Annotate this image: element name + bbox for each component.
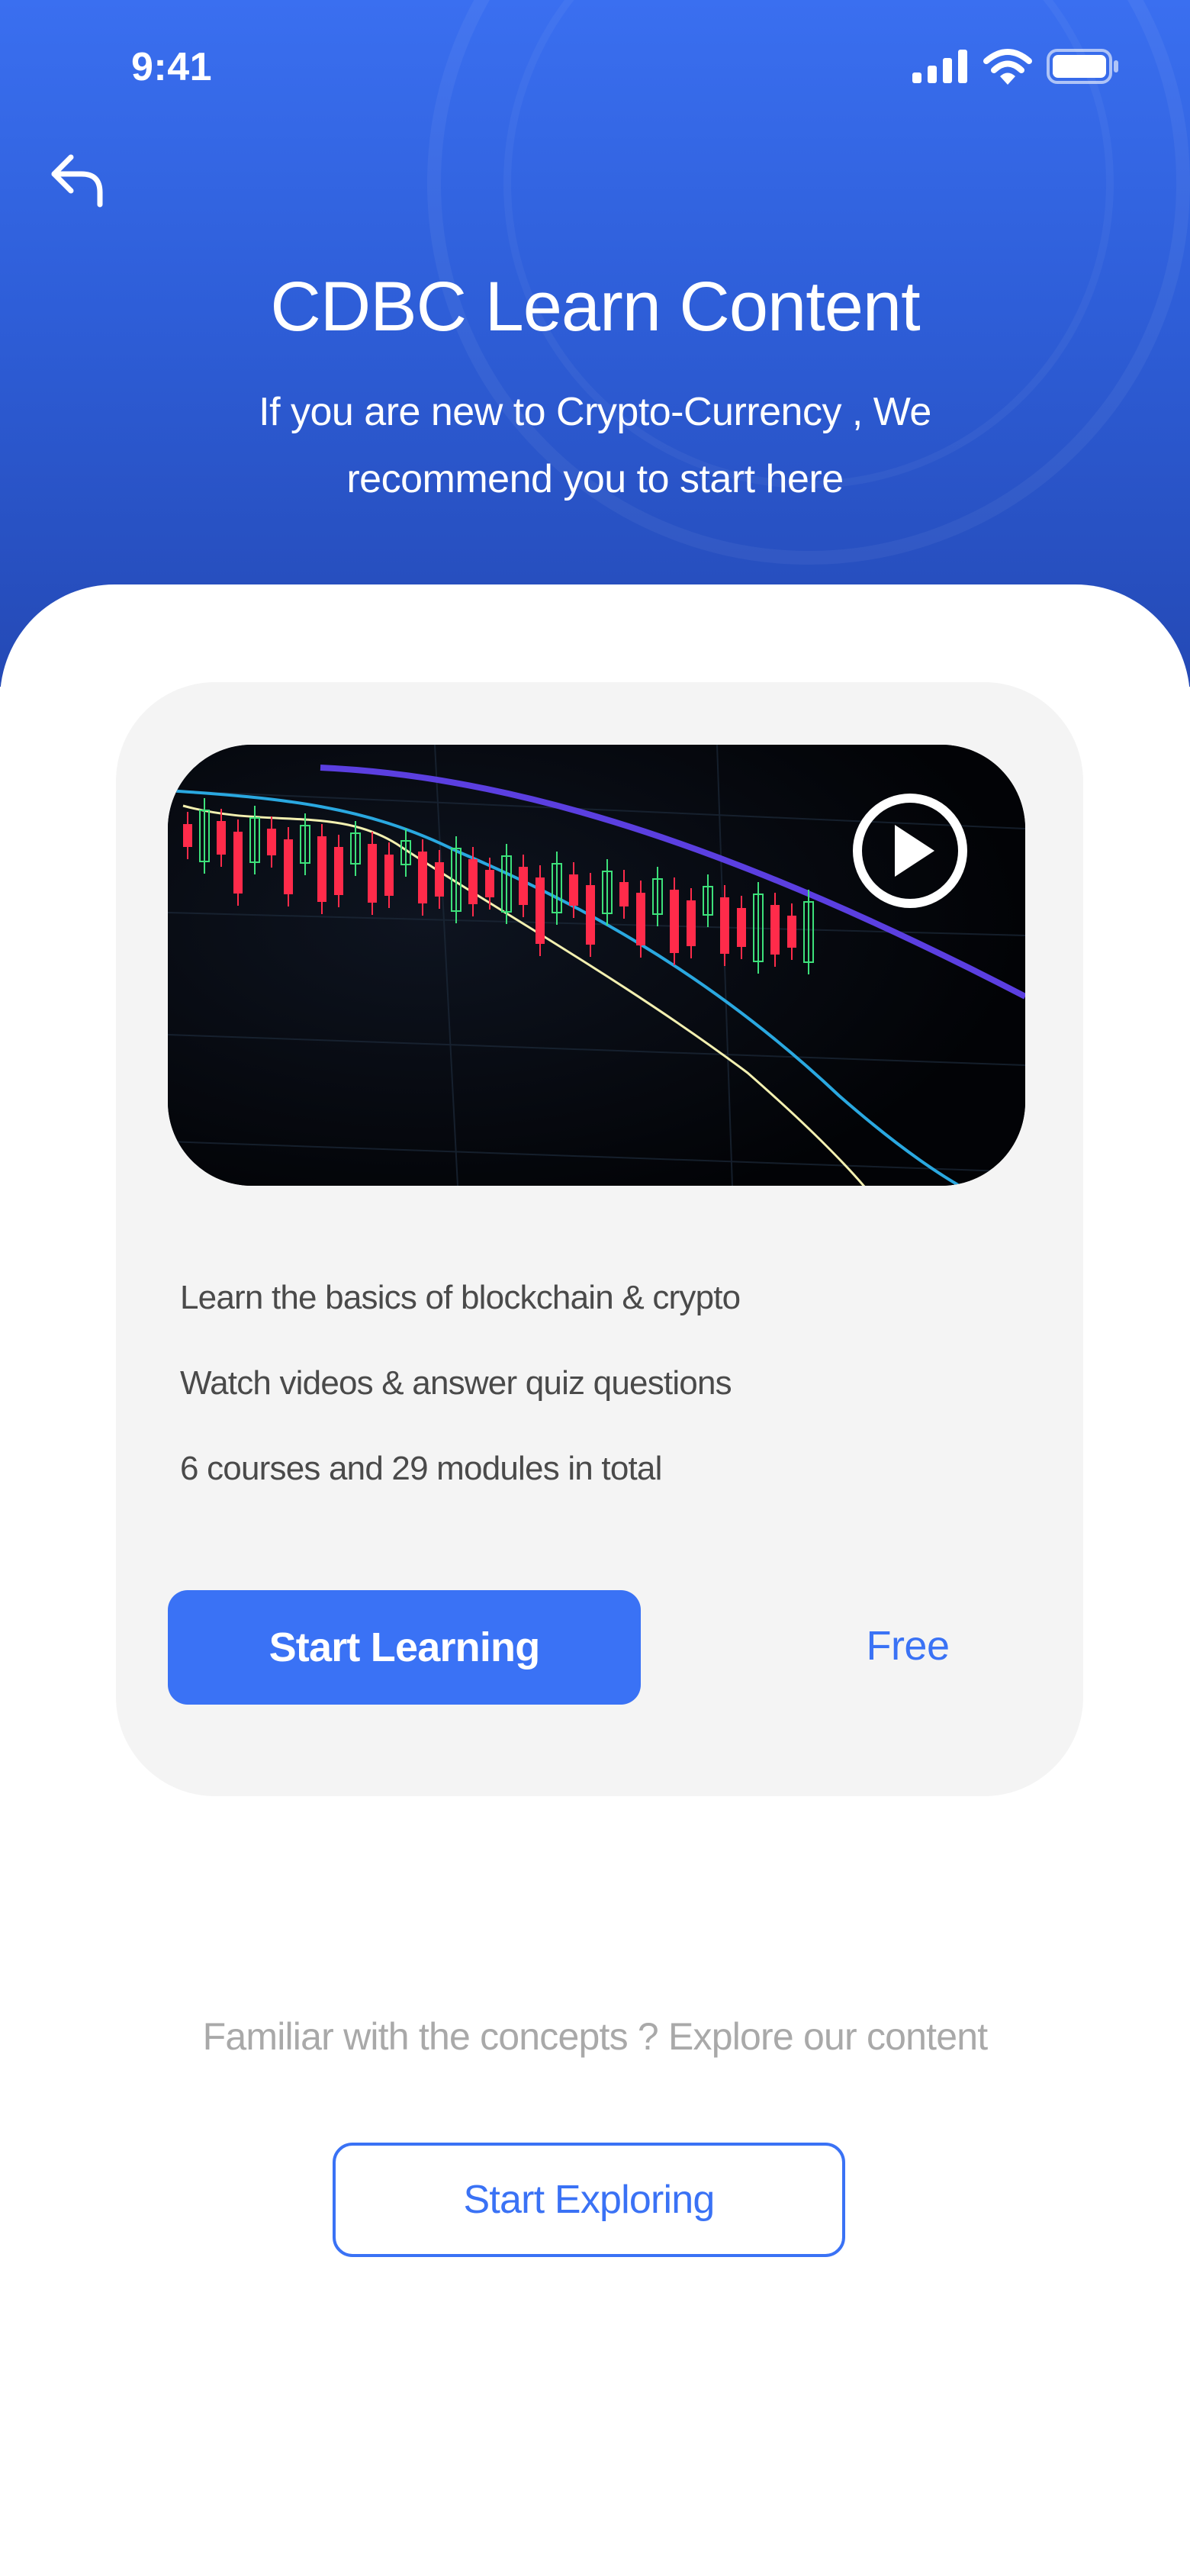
start-exploring-button[interactable]: Start Exploring — [333, 2143, 845, 2257]
page-subtitle-line-2: recommend you to start here — [346, 457, 844, 501]
page-title: CDBC Learn Content — [270, 268, 920, 346]
back-arrow-icon — [51, 154, 103, 208]
feature-item: 6 courses and 29 modules in total — [180, 1450, 662, 1487]
battery-icon — [1047, 49, 1118, 84]
status-bar-time: 9:41 — [131, 45, 213, 89]
feature-item: Learn the basics of blockchain & crypto — [180, 1279, 741, 1316]
start-learning-button[interactable]: Start Learning — [168, 1590, 641, 1705]
play-button[interactable] — [853, 794, 967, 908]
feature-item: Watch videos & answer quiz questions — [180, 1364, 732, 1402]
price-label: Free — [866, 1623, 950, 1669]
wifi-icon — [983, 49, 1032, 85]
page-subtitle-line-1: If you are new to Crypto-Currency , We — [259, 390, 931, 434]
cellular-signal-icon — [912, 50, 967, 83]
play-icon — [895, 825, 934, 877]
explore-prompt: Familiar with the concepts ? Explore our… — [202, 2015, 989, 2058]
page-subtitle: If you are new to Crypto-Currency , We r… — [214, 378, 976, 513]
back-button[interactable] — [43, 145, 111, 214]
status-bar-icons — [912, 47, 1120, 85]
